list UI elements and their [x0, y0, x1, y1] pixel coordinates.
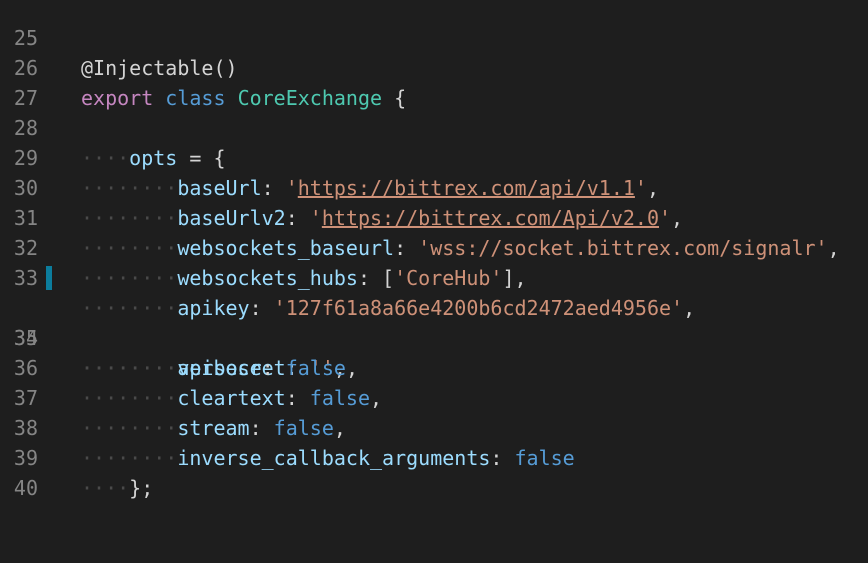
- code-editor[interactable]: 25 @Injectable() 26 export class CoreExc…: [0, 0, 868, 500]
- code-line[interactable]: 40: [0, 443, 868, 500]
- code-line[interactable]: 36 ········cleartext: false,: [0, 323, 868, 410]
- code-line[interactable]: 39 ····};: [0, 413, 868, 500]
- code-line[interactable]: 35 ········verbose: false,: [0, 293, 868, 380]
- code-line[interactable]: 27: [0, 53, 868, 110]
- modified-line-marker[interactable]: [46, 266, 52, 290]
- code-line[interactable]: 28 ····opts = {: [0, 83, 868, 170]
- code-line[interactable]: 37 ········stream: false,: [0, 353, 868, 440]
- line-content[interactable]: ····};: [81, 473, 153, 503]
- code-line[interactable]: 31 ········websockets_baseurl: 'wss://so…: [0, 173, 868, 260]
- code-line[interactable]: 30 ········baseUrlv2: 'https://bittrex.c…: [0, 143, 868, 230]
- code-line[interactable]: 38 ········inverse_callback_arguments: f…: [0, 383, 868, 470]
- indent-guide: ····: [81, 476, 130, 500]
- code-line[interactable]: 32 ········websockets_hubs: ['CoreHub'],: [0, 203, 868, 290]
- line-number: 40: [13, 476, 38, 500]
- code-line[interactable]: 25 @Injectable(): [0, 0, 868, 80]
- code-line[interactable]: 26 export class CoreExchange {: [0, 23, 868, 110]
- code-line[interactable]: 34 ········apisecret: '',: [0, 263, 868, 380]
- close-brace: };: [129, 476, 154, 500]
- code-line[interactable]: 33 ········apikey: '127f61a8a66e4200b6cd…: [0, 233, 868, 320]
- code-line[interactable]: 29 ········baseUrl: 'https://bittrex.com…: [0, 113, 868, 200]
